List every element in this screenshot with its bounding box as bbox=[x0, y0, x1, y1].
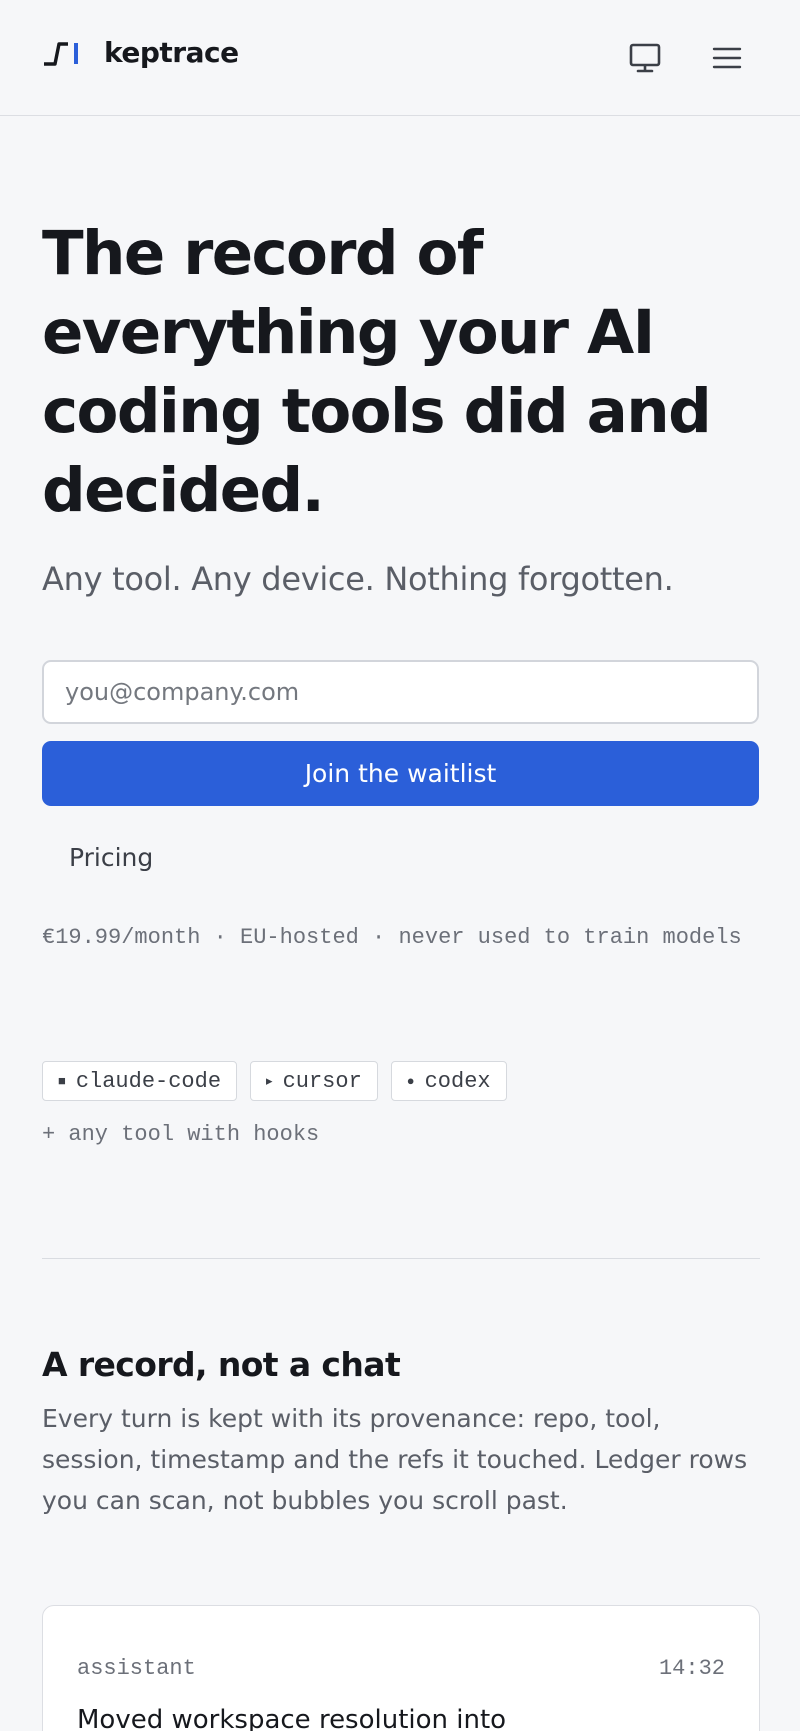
join-waitlist-button[interactable]: Join the waitlist bbox=[42, 741, 759, 806]
ledger-text: Moved workspace resolution into bbox=[77, 1705, 507, 1731]
tool-chip-label: claude-code bbox=[75, 1068, 222, 1094]
brand-link[interactable]: keptrace bbox=[42, 36, 239, 69]
hero-title: The record of everything your AI coding … bbox=[42, 218, 712, 526]
brand-name: keptrace bbox=[104, 36, 239, 69]
tool-chip-cursor: ▸ cursor bbox=[250, 1061, 378, 1101]
keptrace-logo-icon bbox=[44, 41, 78, 66]
tool-chip-claude-code: ■ claude-code bbox=[42, 1061, 238, 1101]
site-header: keptrace bbox=[0, 0, 800, 116]
monitor-icon bbox=[629, 43, 661, 73]
display-mode-button[interactable] bbox=[627, 40, 663, 76]
supported-tools: ■ claude-code ▸ cursor ● codex bbox=[42, 1061, 520, 1101]
ledger-timestamp: 14:32 bbox=[658, 1656, 725, 1681]
email-input[interactable] bbox=[42, 660, 759, 724]
ledger-role: assistant bbox=[77, 1656, 196, 1681]
square-icon: ■ bbox=[58, 1073, 66, 1089]
pricing-link[interactable]: Pricing bbox=[69, 843, 153, 872]
section-body: Every turn is kept with its provenance: … bbox=[42, 1404, 748, 1515]
tool-chip-label: cursor bbox=[282, 1068, 362, 1094]
ledger-entry-card: assistant 14:32 Moved workspace resoluti… bbox=[42, 1605, 760, 1731]
hero-tagline: Any tool. Any device. Nothing forgotten. bbox=[42, 560, 674, 598]
tools-note: + any tool with hooks bbox=[42, 1122, 320, 1147]
triangle-icon: ▸ bbox=[266, 1073, 273, 1089]
section-divider bbox=[42, 1258, 760, 1259]
tool-chip-codex: ● codex bbox=[390, 1061, 507, 1101]
section-title: A record, not a chat bbox=[42, 1345, 401, 1384]
pricing-note: €19.99/month · EU-hosted · never used to… bbox=[42, 925, 742, 950]
dot-icon: ● bbox=[406, 1073, 415, 1089]
hamburger-menu-icon bbox=[712, 47, 742, 69]
menu-button[interactable] bbox=[709, 40, 745, 76]
tool-chip-label: codex bbox=[424, 1068, 491, 1094]
